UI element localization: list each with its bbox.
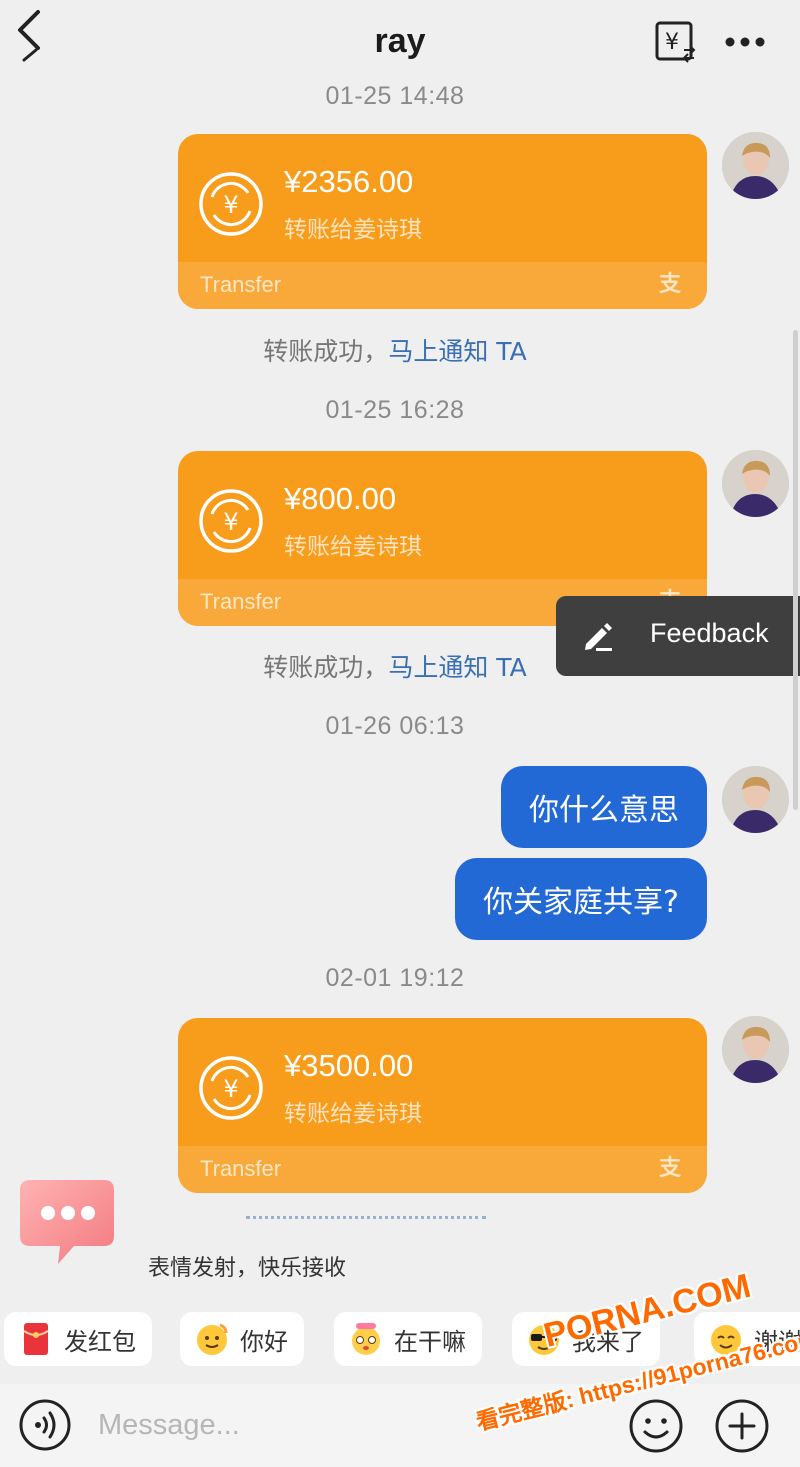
- timestamp: 01-25 14:48: [325, 82, 465, 110]
- chip-label: 你好: [240, 1327, 288, 1356]
- transfer-label: Transfer: [200, 1156, 282, 1181]
- curious-emoji-icon: [352, 1323, 380, 1355]
- voice-icon[interactable]: [18, 1398, 72, 1452]
- currency-exchange-icon[interactable]: ¥: [654, 20, 698, 64]
- alipay-icon: 支: [658, 1156, 681, 1181]
- timestamp: 01-25 16:28: [325, 396, 465, 424]
- chat-bubble[interactable]: 你什么意思: [501, 766, 707, 848]
- red-envelope-icon: [23, 1323, 49, 1355]
- message-input-bar: [0, 1384, 800, 1467]
- feedback-label: Feedback: [650, 618, 769, 648]
- svg-text:¥: ¥: [665, 30, 679, 55]
- chip-label: 在干嘛: [394, 1327, 466, 1356]
- notify-link[interactable]: 马上通知 TA: [388, 337, 526, 366]
- chip-label: 发红包: [64, 1327, 136, 1356]
- more-dots-icon[interactable]: [722, 30, 768, 54]
- transfer-label: Transfer: [200, 272, 282, 297]
- promo-text: 表情发射，快乐接收: [148, 1256, 347, 1281]
- transfer-status: 转账成功，马上通知 TA: [0, 332, 790, 368]
- quick-chip-hello[interactable]: 你好: [180, 1312, 304, 1366]
- transfer-card[interactable]: ¥ ¥3500.00 转账给姜诗琪 Transfer 支: [178, 1018, 707, 1193]
- scrollbar[interactable]: [793, 330, 798, 810]
- chat-bubble-dots-icon[interactable]: [18, 1176, 118, 1268]
- avatar[interactable]: [722, 1016, 789, 1083]
- clipped-status-line: [246, 1216, 486, 1220]
- status-text: 转账成功，: [263, 653, 389, 682]
- transfer-footer: Transfer 支: [178, 262, 707, 309]
- status-text: 转账成功，: [263, 337, 389, 366]
- transfer-recipient: 转账给姜诗琪: [284, 534, 422, 560]
- transfer-amount: ¥3500.00: [284, 1048, 414, 1083]
- transfer-yuan-icon: ¥: [199, 1056, 263, 1120]
- quick-chip-what-doing[interactable]: 在干嘛: [334, 1312, 482, 1366]
- transfer-amount: ¥2356.00: [284, 164, 414, 199]
- transfer-label: Transfer: [200, 589, 282, 614]
- chat-bubble[interactable]: 你关家庭共享?: [455, 858, 707, 940]
- svg-text:¥: ¥: [223, 1075, 238, 1103]
- transfer-amount: ¥800.00: [284, 481, 397, 516]
- alipay-icon: 支: [658, 272, 681, 297]
- transfer-recipient: 转账给姜诗琪: [284, 217, 422, 243]
- edit-pencil-icon: [585, 623, 612, 651]
- avatar[interactable]: [722, 766, 789, 833]
- svg-text:¥: ¥: [223, 508, 238, 536]
- avatar[interactable]: [722, 132, 789, 199]
- svg-text:¥: ¥: [223, 191, 238, 219]
- avatar[interactable]: [722, 450, 789, 517]
- feedback-button[interactable]: Feedback: [556, 596, 800, 676]
- transfer-footer: Transfer 支: [178, 1146, 707, 1193]
- wave-emoji-icon: [197, 1323, 228, 1355]
- notify-link[interactable]: 马上通知 TA: [388, 653, 526, 682]
- timestamp: 02-01 19:12: [325, 964, 465, 992]
- plus-icon[interactable]: [714, 1398, 770, 1454]
- transfer-yuan-icon: ¥: [199, 172, 263, 236]
- transfer-recipient: 转账给姜诗琪: [284, 1101, 422, 1127]
- transfer-yuan-icon: ¥: [199, 489, 263, 553]
- smiley-icon[interactable]: [628, 1398, 684, 1454]
- timestamp: 01-26 06:13: [325, 712, 465, 740]
- chat-header: ray ¥: [0, 0, 800, 88]
- quick-chip-red-envelope[interactable]: 发红包: [4, 1312, 152, 1366]
- transfer-card[interactable]: ¥ ¥2356.00 转账给姜诗琪 Transfer 支: [178, 134, 707, 309]
